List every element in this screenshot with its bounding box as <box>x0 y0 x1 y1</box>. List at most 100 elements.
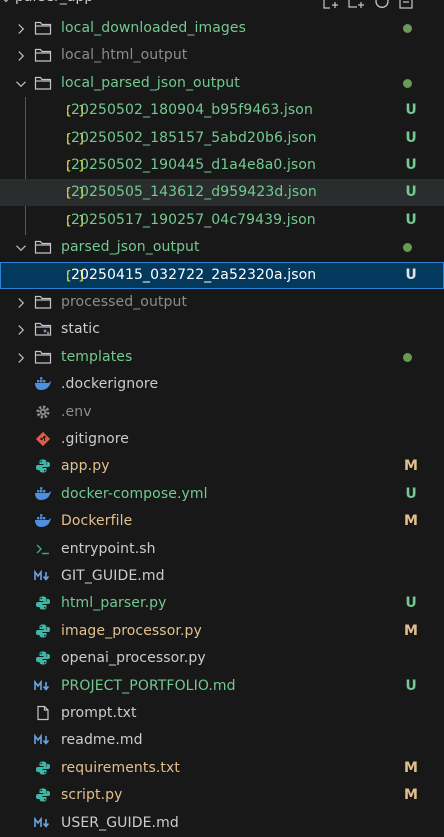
git-status-badge: M <box>404 787 418 804</box>
tree-item-label: requirements.txt <box>61 759 180 776</box>
folder-icon <box>34 46 52 64</box>
tree-file-row[interactable]: script.py M <box>0 782 444 809</box>
tree-file-row[interactable]: prompt.txt <box>0 700 444 727</box>
tree-file-row[interactable]: requirements.txt M <box>0 755 444 782</box>
terminal-icon <box>34 540 52 558</box>
tree-file-row[interactable]: entrypoint.sh <box>0 536 444 563</box>
tree-item-label: 20250505_143612_d959423d.json <box>71 184 317 201</box>
project-title[interactable]: parser_app <box>15 0 93 5</box>
git-status-badge: U <box>405 677 417 694</box>
folder-icon <box>34 74 52 92</box>
git-status-badge: U <box>405 266 417 283</box>
chevron-right-icon[interactable] <box>13 295 29 311</box>
tree-file-row[interactable]: PROJECT_PORTFOLIO.md U <box>0 673 444 700</box>
markdown-icon <box>34 567 52 585</box>
folder-static-icon <box>34 320 52 338</box>
git-status-badge: M <box>404 622 418 639</box>
git-status-badge: U <box>405 157 417 173</box>
tree-file-row[interactable]: readme.md <box>0 727 444 754</box>
tree-item-label: PROJECT_PORTFOLIO.md <box>61 677 236 694</box>
tree-item-label: local_html_output <box>61 47 188 64</box>
git-changes-dot <box>403 243 412 253</box>
chevron-right-icon[interactable] <box>13 350 29 366</box>
folder-icon <box>34 348 52 366</box>
git-status-badge: M <box>404 513 418 530</box>
tree-file-row[interactable]: { }20250415_032722_2a52320a.jsonU <box>0 261 444 289</box>
collapse-chevron-icon[interactable] <box>0 0 12 6</box>
tree-file-row[interactable]: html_parser.py U <box>0 590 444 617</box>
tree-folder-row[interactable]: local_html_output <box>0 42 444 69</box>
chevron-down-icon[interactable] <box>13 240 29 256</box>
tree-item-label: 20250502_180904_b95f9463.json <box>71 102 313 119</box>
tree-file-row[interactable]: image_processor.py M <box>0 618 444 645</box>
folder-icon <box>34 238 52 256</box>
chevron-right-icon[interactable] <box>13 48 29 64</box>
tree-folder-row[interactable]: local_downloaded_images <box>0 15 444 42</box>
new-folder-icon[interactable] <box>348 0 366 10</box>
tree-folder-row[interactable]: parsed_json_output <box>0 234 444 261</box>
refresh-icon[interactable] <box>374 0 390 10</box>
tree-file-row[interactable]: .env <box>0 399 444 426</box>
python-icon <box>34 786 52 804</box>
tree-file-row[interactable]: Dockerfile M <box>0 508 444 535</box>
markdown-icon <box>34 677 52 695</box>
collapse-all-icon[interactable] <box>398 0 414 10</box>
gear-icon <box>34 403 52 421</box>
tree-file-row[interactable]: docker-compose.yml U <box>0 481 444 508</box>
tree-item-label: prompt.txt <box>61 705 137 721</box>
tree-item-label: .env <box>61 403 92 420</box>
git-status-badge: M <box>404 759 418 776</box>
tree-file-row[interactable]: { }20250502_190445_d1a4e8a0.jsonU <box>0 152 444 179</box>
chevron-right-icon[interactable] <box>13 21 29 37</box>
tree-item-label: 20250502_190445_d1a4e8a0.json <box>71 157 316 173</box>
git-changes-dot <box>403 352 412 362</box>
tree-item-label: html_parser.py <box>61 595 167 612</box>
python-icon <box>34 649 52 667</box>
new-file-icon[interactable] <box>322 0 340 10</box>
markdown-icon <box>34 731 52 749</box>
tree-file-row[interactable]: .dockerignore <box>0 371 444 398</box>
tree-file-row[interactable]: { }20250502_180904_b95f9463.jsonU <box>0 97 444 124</box>
folder-icon <box>34 19 52 37</box>
git-status-badge: U <box>405 184 417 201</box>
tree-item-label: image_processor.py <box>61 622 202 639</box>
tree-item-label: local_parsed_json_output <box>61 74 240 91</box>
tree-file-row[interactable]: openai_processor.py <box>0 645 444 672</box>
git-status-badge: U <box>405 102 417 119</box>
tree-folder-row[interactable]: static <box>0 316 444 343</box>
tree-folder-row[interactable]: processed_output <box>0 289 444 316</box>
python-icon <box>34 457 52 475</box>
tree-item-label: app.py <box>61 458 110 475</box>
tree-item-label: processed_output <box>61 294 188 310</box>
tree-file-row[interactable]: { }20250502_185157_5abd20b6.jsonU <box>0 125 444 152</box>
folder-icon <box>34 293 52 311</box>
tree-file-row[interactable]: app.py M <box>0 453 444 480</box>
docker-icon <box>34 375 52 393</box>
python-icon <box>34 759 52 777</box>
docker-icon <box>34 485 52 503</box>
tree-item-label: readme.md <box>61 732 143 749</box>
tree-item-label: 20250517_190257_04c79439.json <box>71 211 316 228</box>
file-text-icon <box>34 704 52 722</box>
tree-item-label: entrypoint.sh <box>61 540 156 557</box>
tree-file-row[interactable]: USER_GUIDE.md <box>0 810 444 837</box>
tree-item-label: USER_GUIDE.md <box>61 814 179 831</box>
git-icon <box>34 430 52 448</box>
tree-file-row[interactable]: GIT_GUIDE.md <box>0 563 444 590</box>
tree-file-row[interactable]: { }20250505_143612_d959423d.jsonU <box>0 179 444 207</box>
tree-file-row[interactable]: .gitignore <box>0 426 444 453</box>
tree-item-label: docker-compose.yml <box>61 485 208 502</box>
tree-item-label: parsed_json_output <box>61 239 200 256</box>
tree-item-label: Dockerfile <box>61 513 133 530</box>
tree-folder-row[interactable]: templates <box>0 344 444 371</box>
tree-file-row[interactable]: { }20250517_190257_04c79439.jsonU <box>0 207 444 234</box>
git-changes-dot <box>403 24 412 33</box>
tree-item-label: script.py <box>61 787 123 804</box>
chevron-down-icon[interactable] <box>13 76 29 92</box>
tree-item-label: .gitignore <box>61 431 129 447</box>
python-icon <box>34 622 52 640</box>
chevron-right-icon[interactable] <box>13 322 29 338</box>
tree-item-label: .dockerignore <box>61 376 159 393</box>
tree-item-label: static <box>61 321 101 338</box>
tree-folder-row[interactable]: local_parsed_json_output <box>0 70 444 97</box>
